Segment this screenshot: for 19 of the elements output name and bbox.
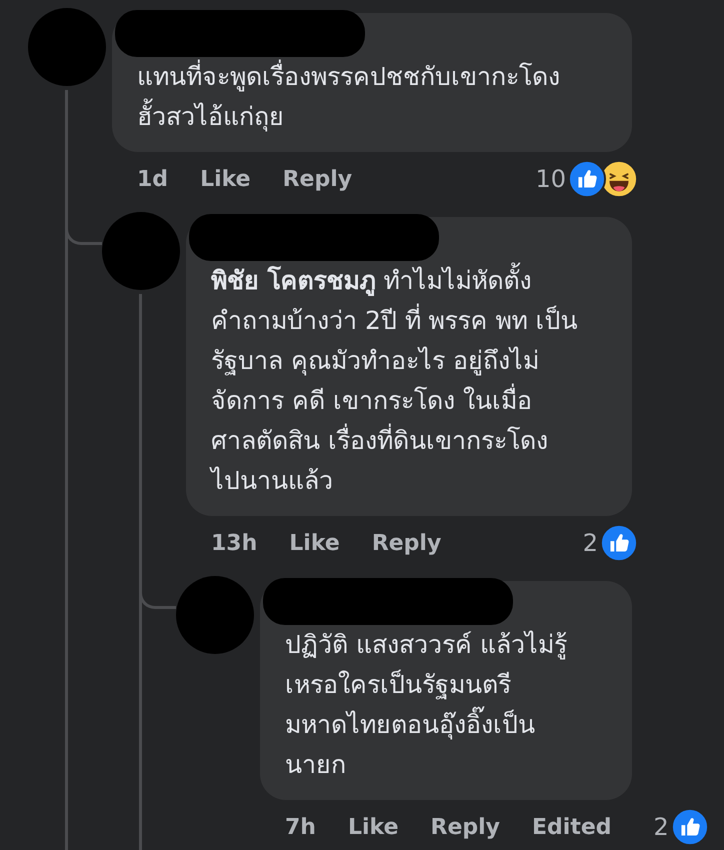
- like-icon[interactable]: [670, 808, 709, 846]
- comment-text: ปฏิวัติ แสงสววรค์ แล้วไม่รู้เหรอใครเป็นรัฐมนตรีมหาดไทยตอนอุ๊งอิ๊งเป็นนายก: [285, 629, 568, 781]
- like-icon[interactable]: [568, 160, 606, 198]
- like-icon[interactable]: [600, 524, 638, 562]
- action-link[interactable]: Like: [200, 166, 251, 192]
- action-link[interactable]: Like: [348, 814, 399, 840]
- reaction-count: 10: [535, 165, 566, 193]
- timestamp[interactable]: 7h: [285, 814, 316, 840]
- action-link[interactable]: Reply: [430, 814, 500, 840]
- edited-label: Edited: [532, 814, 612, 840]
- action-link[interactable]: Like: [289, 530, 340, 556]
- timestamp[interactable]: 1d: [137, 166, 168, 192]
- action-link[interactable]: Reply: [372, 530, 442, 556]
- reaction-count: 2: [654, 813, 669, 841]
- action-link[interactable]: Reply: [282, 166, 352, 192]
- comment-text: แทนที่จะพูดเรื่องพรรคปชชกับเขากะโดงฮั้วสวไอ้แก่ถุย: [137, 57, 582, 137]
- comment-text: พิชัย โคตรชมภู ทำไมไม่หัดตั้งคำถามบ้างว่า 2ปี ที่ พรรค พท เป็น รัฐบาล คุณมัวทำอะไร อยู่ถึงไม่จัดการ คดี เขากระโดง ในเมื่อ ศาลตัดสิน เรื่องที่ดินเขากระโดง ไปนานแล้ว: [211, 261, 582, 501]
- timestamp[interactable]: 13h: [211, 530, 258, 556]
- reaction-count: 2: [582, 529, 598, 557]
